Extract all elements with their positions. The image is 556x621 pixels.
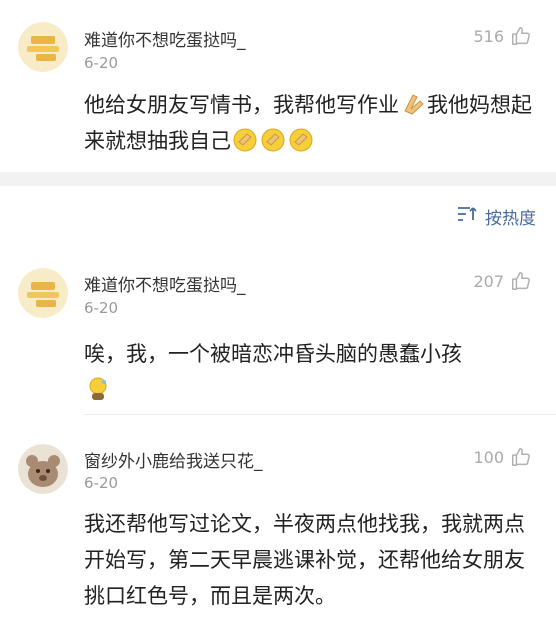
thumbs-up-icon	[510, 446, 532, 468]
username[interactable]: 难道你不想吃蛋挞吗_	[84, 26, 246, 51]
section-divider	[0, 172, 556, 186]
like-button[interactable]: 100	[473, 446, 532, 468]
thumbs-up-icon	[510, 270, 532, 292]
divider	[84, 414, 556, 415]
clap-hands-icon	[400, 91, 426, 117]
like-count: 207	[473, 271, 504, 291]
like-button[interactable]: 207	[473, 270, 532, 292]
sort-button[interactable]: 按热度	[457, 204, 536, 229]
avatar[interactable]	[18, 22, 68, 72]
like-button[interactable]: 516	[473, 25, 532, 47]
facepalm-icon	[288, 127, 314, 153]
avatar[interactable]	[18, 268, 68, 318]
comment-text: 他给女朋友写情书，我帮他写作业 我他妈想起来就想抽我自己	[84, 87, 544, 159]
comment-text-body: 唉，我，一个被暗恋冲昏头脑的愚蠢小孩	[84, 342, 462, 366]
username[interactable]: 窗纱外小鹿给我送只花_	[84, 447, 263, 472]
sort-icon	[457, 206, 479, 227]
thumbs-up-icon	[510, 25, 532, 47]
like-count: 100	[473, 447, 504, 467]
avatar[interactable]	[18, 444, 68, 494]
comment-date: 6-20	[84, 474, 119, 492]
facepalm-icon	[232, 127, 258, 153]
top-comment: 难道你不想吃蛋挞吗_ 6-20 516 他给女朋友写情书，我帮他写作业 我他妈想起…	[0, 0, 556, 172]
comment-text: 唉，我，一个被暗恋冲昏头脑的愚蠢小孩	[84, 336, 544, 408]
comment-text: 我还帮他写过论文，半夜两点他找我，我就两点开始写，第二天早晨逃课补觉，还帮他给女…	[84, 512, 525, 608]
username[interactable]: 难道你不想吃蛋挞吗_	[84, 271, 246, 296]
sweat-sit-icon	[85, 376, 111, 402]
comment-date: 6-20	[84, 299, 119, 317]
comment-text-part1: 他给女朋友写情书，我帮他写作业	[84, 93, 399, 117]
comment-date: 6-20	[84, 54, 119, 72]
reply-comment: 窗纱外小鹿给我送只花_ 6-20 100 我还帮他写过论文，半夜两点他找我，我就…	[0, 428, 556, 621]
facepalm-icon	[260, 127, 286, 153]
sort-label: 按热度	[485, 209, 536, 229]
like-count: 516	[473, 26, 504, 46]
reply-comment: 难道你不想吃蛋挞吗_ 6-20 207 唉，我，一个被暗恋冲昏头脑的愚蠢小孩	[0, 250, 556, 415]
